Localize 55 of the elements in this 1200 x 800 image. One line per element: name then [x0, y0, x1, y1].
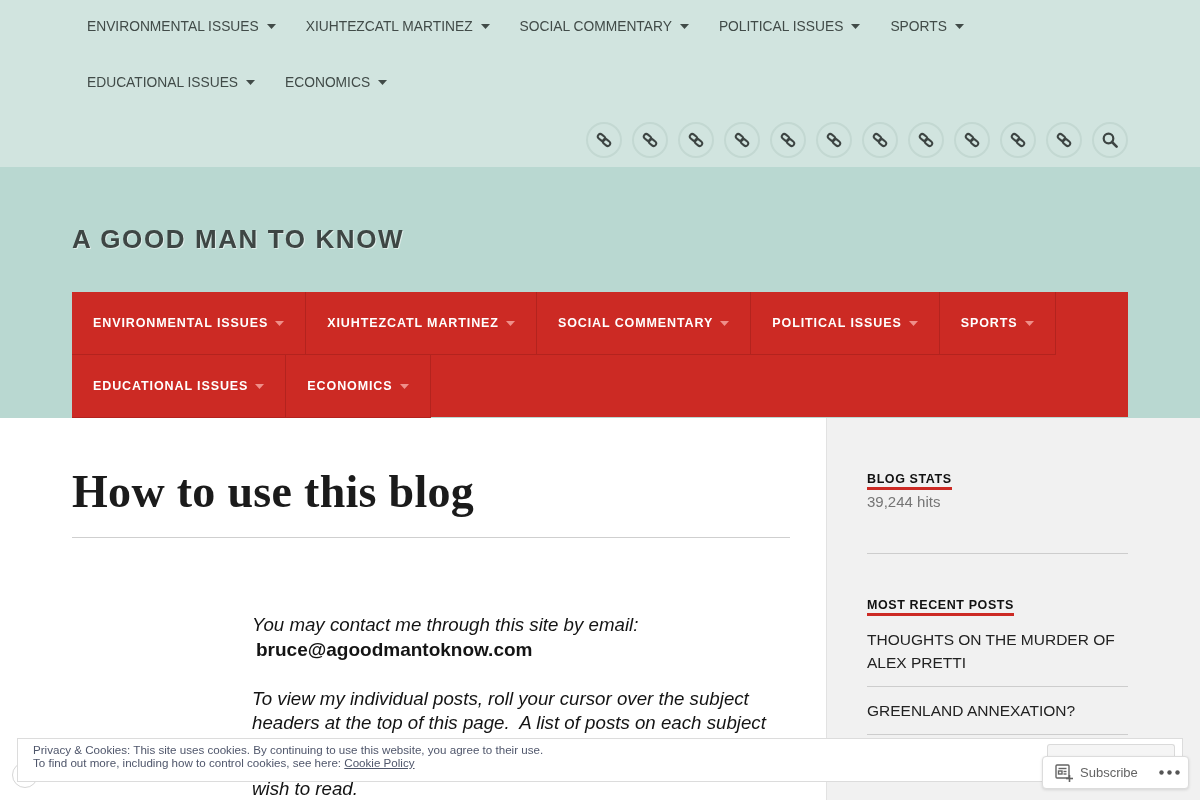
- link-button[interactable]: [1046, 122, 1082, 158]
- search-icon: [1102, 132, 1118, 148]
- link-button[interactable]: [678, 122, 714, 158]
- menu-link[interactable]: SOCIAL COMMENTARY: [536, 292, 752, 355]
- menu-link[interactable]: SOCIAL COMMENTARY: [504, 0, 704, 54]
- body-text: To view my individual posts, roll your cursor over the subject: [252, 686, 749, 711]
- chain-icon: [826, 132, 842, 148]
- body-text: wish to read.: [252, 776, 358, 800]
- menu-link[interactable]: POLITICAL ISSUES: [703, 0, 876, 54]
- page-title: How to use this blog: [72, 468, 475, 516]
- menu-link[interactable]: ECONOMICS: [286, 355, 431, 418]
- chain-icon: [596, 132, 612, 148]
- menu-link[interactable]: XIUHTEZCATL MARTINEZ: [306, 292, 537, 355]
- menu-link[interactable]: EDUCATIONAL ISSUES: [72, 355, 287, 418]
- widget-title: BLOG STATS: [867, 472, 952, 490]
- menu-link[interactable]: SPORTS: [939, 292, 1056, 355]
- menu-link[interactable]: XIUHTEZCATL MARTINEZ: [290, 0, 505, 54]
- chain-icon: [964, 132, 980, 148]
- link-button[interactable]: [908, 122, 944, 158]
- link-button[interactable]: [816, 122, 852, 158]
- cookie-policy-link[interactable]: Cookie Policy: [344, 756, 415, 769]
- link-button[interactable]: [586, 122, 622, 158]
- menu-link[interactable]: ENVIRONMENTAL ISSUES: [72, 292, 307, 355]
- menu-link[interactable]: POLITICAL ISSUES: [751, 292, 940, 355]
- more-icon[interactable]: [1159, 770, 1180, 775]
- link-button[interactable]: [770, 122, 806, 158]
- link-button[interactable]: [954, 122, 990, 158]
- chain-icon: [1056, 132, 1072, 148]
- post-link[interactable]: GREENLAND ANNEXATION?: [867, 699, 1076, 722]
- email-address: bruce@agoodmantoknow.com: [255, 637, 533, 662]
- link-button[interactable]: [862, 122, 898, 158]
- site-title: A GOOD MAN TO KNOW: [72, 224, 405, 254]
- link-button[interactable]: [632, 122, 668, 158]
- post-link[interactable]: THOUGHTS ON THE MURDER OF ALEX PRETTI: [867, 628, 1128, 674]
- menu-link[interactable]: ENVIRONMENTAL ISSUES: [72, 0, 291, 54]
- subscribe-button[interactable]: Subscribe: [1055, 763, 1138, 782]
- link-button[interactable]: [724, 122, 760, 158]
- body-text: You may contact me through this site by email:: [252, 613, 639, 637]
- chain-icon: [688, 132, 704, 148]
- chain-icon: [734, 132, 750, 148]
- menu-link[interactable]: SPORTS: [875, 0, 979, 54]
- chain-icon: [1010, 132, 1026, 148]
- chain-icon: [780, 132, 796, 148]
- hit-count: 39,244 hits: [867, 492, 941, 512]
- menu-link[interactable]: ECONOMICS: [270, 54, 403, 110]
- reader-icon: [1055, 763, 1073, 782]
- body-text: headers at the top of this page. A list of posts on each subject: [252, 711, 766, 735]
- menu-link[interactable]: EDUCATIONAL ISSUES: [72, 54, 271, 110]
- chain-icon: [642, 132, 658, 148]
- chain-icon: [918, 132, 934, 148]
- link-button[interactable]: [1000, 122, 1036, 158]
- widget-title: MOST RECENT POSTS: [867, 598, 1015, 616]
- chain-icon: [872, 132, 888, 148]
- search-button[interactable]: [1092, 122, 1128, 158]
- cookie-notice: Privacy & Cookies: This site uses cookies. By continuing to use this website, you agree to their use. To find out more, including how to control cookies, see here: Cookie Policy: [33, 743, 544, 769]
